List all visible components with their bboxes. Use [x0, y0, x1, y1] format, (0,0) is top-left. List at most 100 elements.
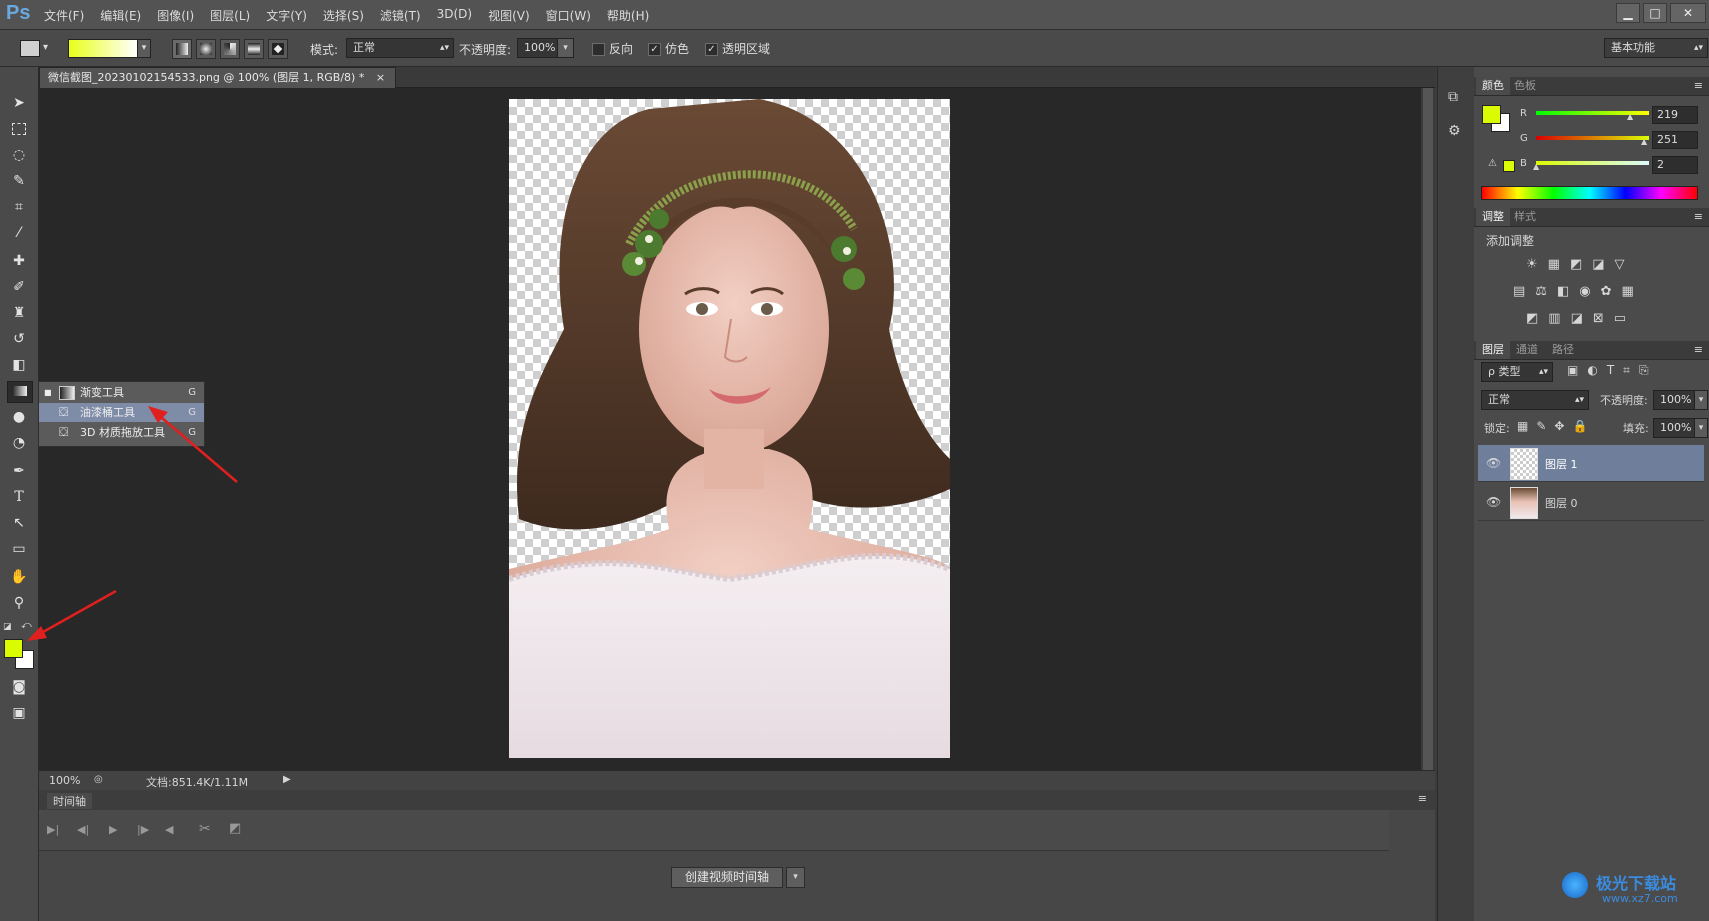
tab-color[interactable]: 颜色 [1476, 77, 1510, 95]
hand-tool-icon[interactable]: ✋ [7, 567, 31, 587]
color-balance-icon[interactable]: ⚖ [1535, 284, 1557, 299]
flyout-item-gradient[interactable]: ■ 渐变工具 G [39, 383, 204, 402]
visibility-eye-icon[interactable]: 👁 [1486, 456, 1501, 470]
pixel-filter-icon[interactable]: ▣ [1567, 363, 1587, 377]
menu-3d[interactable]: 3D(D) [437, 7, 472, 24]
screen-mode-icon[interactable]: ▣ [7, 703, 31, 723]
mode-select[interactable]: 正常 ▴▾ [346, 38, 454, 58]
move-tool-icon[interactable]: ➤ [7, 93, 31, 113]
blend-mode-select[interactable]: 正常 ▴▾ [1481, 390, 1589, 410]
crop-tool-icon[interactable]: ⌗ [7, 197, 31, 217]
menu-help[interactable]: 帮助(H) [607, 7, 649, 24]
menu-select[interactable]: 选择(S) [323, 7, 364, 24]
brightness-icon[interactable]: ☀ [1526, 257, 1548, 272]
flyout-item-paint-bucket[interactable]: ⛋ 油漆桶工具 G [39, 403, 204, 422]
quick-mask-icon[interactable]: ◙ [7, 677, 31, 697]
color-spectrum-ramp[interactable] [1481, 186, 1698, 200]
menu-edit[interactable]: 编辑(E) [100, 7, 141, 24]
tab-layers[interactable]: 图层 [1476, 341, 1510, 359]
transition-icon[interactable]: ◩ [229, 821, 241, 836]
pen-tool-icon[interactable]: ✒ [7, 461, 31, 481]
workspace-select[interactable]: 基本功能 ▴▾ [1604, 38, 1708, 58]
b-value[interactable]: 2 [1652, 156, 1698, 174]
zoom-tool-icon[interactable]: ⚲ [7, 593, 31, 613]
tab-paths[interactable]: 路径 [1546, 341, 1580, 359]
b-slider[interactable] [1536, 161, 1649, 165]
layer-row[interactable]: 👁 图层 0 [1478, 484, 1704, 521]
hue-saturation-icon[interactable]: ▤ [1513, 284, 1535, 299]
flyout-item-3d-material[interactable]: ⛋ 3D 材质拖放工具 G [39, 423, 204, 442]
chevron-down-icon[interactable]: ▾ [1694, 418, 1708, 438]
menu-window[interactable]: 窗口(W) [546, 7, 591, 24]
chevron-down-icon[interactable]: ▾ [786, 867, 805, 888]
lock-pixels-icon[interactable]: ✎ [1536, 419, 1554, 433]
tab-styles[interactable]: 样式 [1508, 208, 1542, 226]
angle-gradient-button[interactable] [220, 39, 240, 59]
g-value[interactable]: 251 [1652, 131, 1698, 149]
color-foreground-swatch[interactable] [1482, 105, 1501, 124]
black-white-icon[interactable]: ◧ [1557, 284, 1579, 299]
default-colors-icon[interactable]: ◪ [3, 622, 12, 632]
gamut-swatch[interactable] [1503, 160, 1515, 172]
selective-color-icon[interactable]: ⊠ [1593, 311, 1614, 326]
audio-icon[interactable]: ◀ [165, 823, 173, 836]
slider-handle-icon[interactable]: ▲ [1533, 162, 1539, 171]
gradient-picker[interactable] [68, 39, 138, 58]
foreground-color-swatch[interactable] [4, 639, 23, 658]
lasso-tool-icon[interactable]: ◌ [7, 145, 31, 165]
status-info-icon[interactable]: ◎ [94, 774, 103, 785]
reflected-gradient-button[interactable] [244, 39, 264, 59]
menu-image[interactable]: 图像(I) [157, 7, 194, 24]
exposure-icon[interactable]: ◪ [1592, 257, 1614, 272]
status-menu-arrow-icon[interactable]: ▶ [283, 774, 291, 785]
tab-channels[interactable]: 通道 [1510, 341, 1544, 359]
menu-type[interactable]: 文字(Y) [266, 7, 307, 24]
gradient-dropdown-icon[interactable]: ▾ [137, 39, 151, 58]
diamond-gradient-button[interactable] [268, 39, 288, 59]
layer-name[interactable]: 图层 0 [1545, 495, 1578, 511]
linear-gradient-button[interactable] [172, 39, 192, 59]
dither-checkbox[interactable]: ✓ 仿色 [648, 40, 689, 57]
chevron-down-icon[interactable]: ▾ [1694, 390, 1708, 410]
dither-check-box[interactable]: ✓ [648, 43, 661, 56]
zoom-level[interactable]: 100% [49, 774, 80, 787]
layer-row[interactable]: 👁 图层 1 [1478, 445, 1704, 482]
menu-file[interactable]: 文件(F) [44, 7, 84, 24]
close-tab-icon[interactable]: × [376, 71, 385, 84]
path-selection-tool-icon[interactable]: ↖ [7, 513, 31, 533]
menu-view[interactable]: 视图(V) [488, 7, 530, 24]
scrollbar-thumb[interactable] [1423, 88, 1433, 770]
blur-tool-icon[interactable]: ● [7, 407, 31, 427]
healing-brush-tool-icon[interactable]: ✚ [7, 251, 31, 271]
layer-opacity-input[interactable]: 100% [1653, 390, 1695, 410]
posterize-icon[interactable]: ▥ [1548, 311, 1570, 326]
invert-icon[interactable]: ◩ [1526, 311, 1548, 326]
history-brush-tool-icon[interactable]: ↺ [7, 329, 31, 349]
document-tab[interactable]: 微信截图_20230102154533.png @ 100% (图层 1, RG… [39, 67, 397, 88]
go-first-frame-icon[interactable]: ▶| [47, 823, 59, 836]
type-tool-icon[interactable]: T [7, 487, 31, 507]
lock-transparent-icon[interactable]: ▦ [1517, 419, 1536, 433]
fill-input[interactable]: 100% [1653, 418, 1695, 438]
menu-filter[interactable]: 滤镜(T) [380, 7, 421, 24]
slider-handle-icon[interactable]: ▲ [1627, 112, 1633, 121]
vibrance-icon[interactable]: ▽ [1615, 257, 1635, 272]
adjustment-filter-icon[interactable]: ◐ [1587, 363, 1606, 377]
dodge-tool-icon[interactable]: ◔ [7, 433, 31, 453]
opacity-dropdown-icon[interactable]: ▾ [557, 38, 574, 58]
minimize-button[interactable]: ▁ [1616, 3, 1640, 23]
color-lookup-icon[interactable]: ▦ [1622, 284, 1644, 299]
play-icon[interactable]: ▶ [109, 823, 117, 836]
clone-stamp-tool-icon[interactable]: ♜ [7, 303, 31, 323]
radial-gradient-button[interactable] [196, 39, 216, 59]
tool-preset-icon[interactable] [20, 40, 40, 57]
swap-colors-icon[interactable]: ⤺ [21, 620, 32, 631]
history-panel-icon[interactable]: ⧉ [1448, 89, 1458, 105]
previous-frame-icon[interactable]: ◀| [77, 823, 89, 836]
marquee-tool-icon[interactable] [7, 119, 31, 139]
panel-menu-icon[interactable]: ≡ [1694, 210, 1703, 223]
layer-name[interactable]: 图层 1 [1545, 456, 1578, 472]
photo-filter-icon[interactable]: ◉ [1579, 284, 1600, 299]
tab-adjustments[interactable]: 调整 [1476, 208, 1510, 226]
properties-panel-icon[interactable]: ⚙ [1448, 123, 1461, 139]
